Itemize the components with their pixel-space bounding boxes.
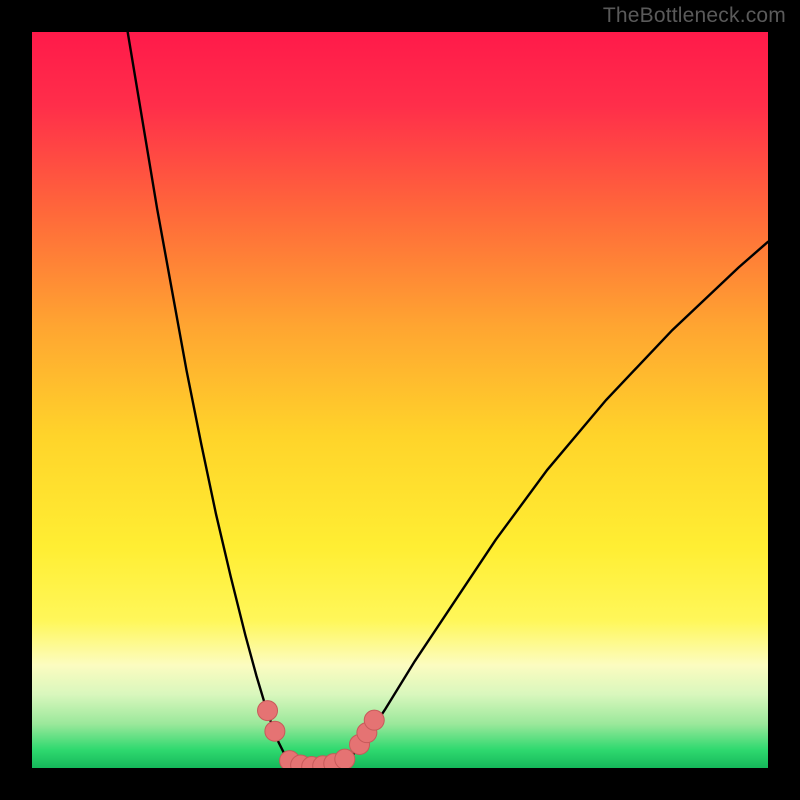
data-marker — [258, 701, 278, 721]
plot-area — [32, 32, 768, 768]
data-marker — [265, 721, 285, 741]
data-marker — [335, 749, 355, 768]
watermark-text: TheBottleneck.com — [603, 4, 786, 28]
outer-frame: TheBottleneck.com — [0, 0, 800, 800]
gradient-background — [32, 32, 768, 768]
data-marker — [364, 710, 384, 730]
chart-canvas — [32, 32, 768, 768]
